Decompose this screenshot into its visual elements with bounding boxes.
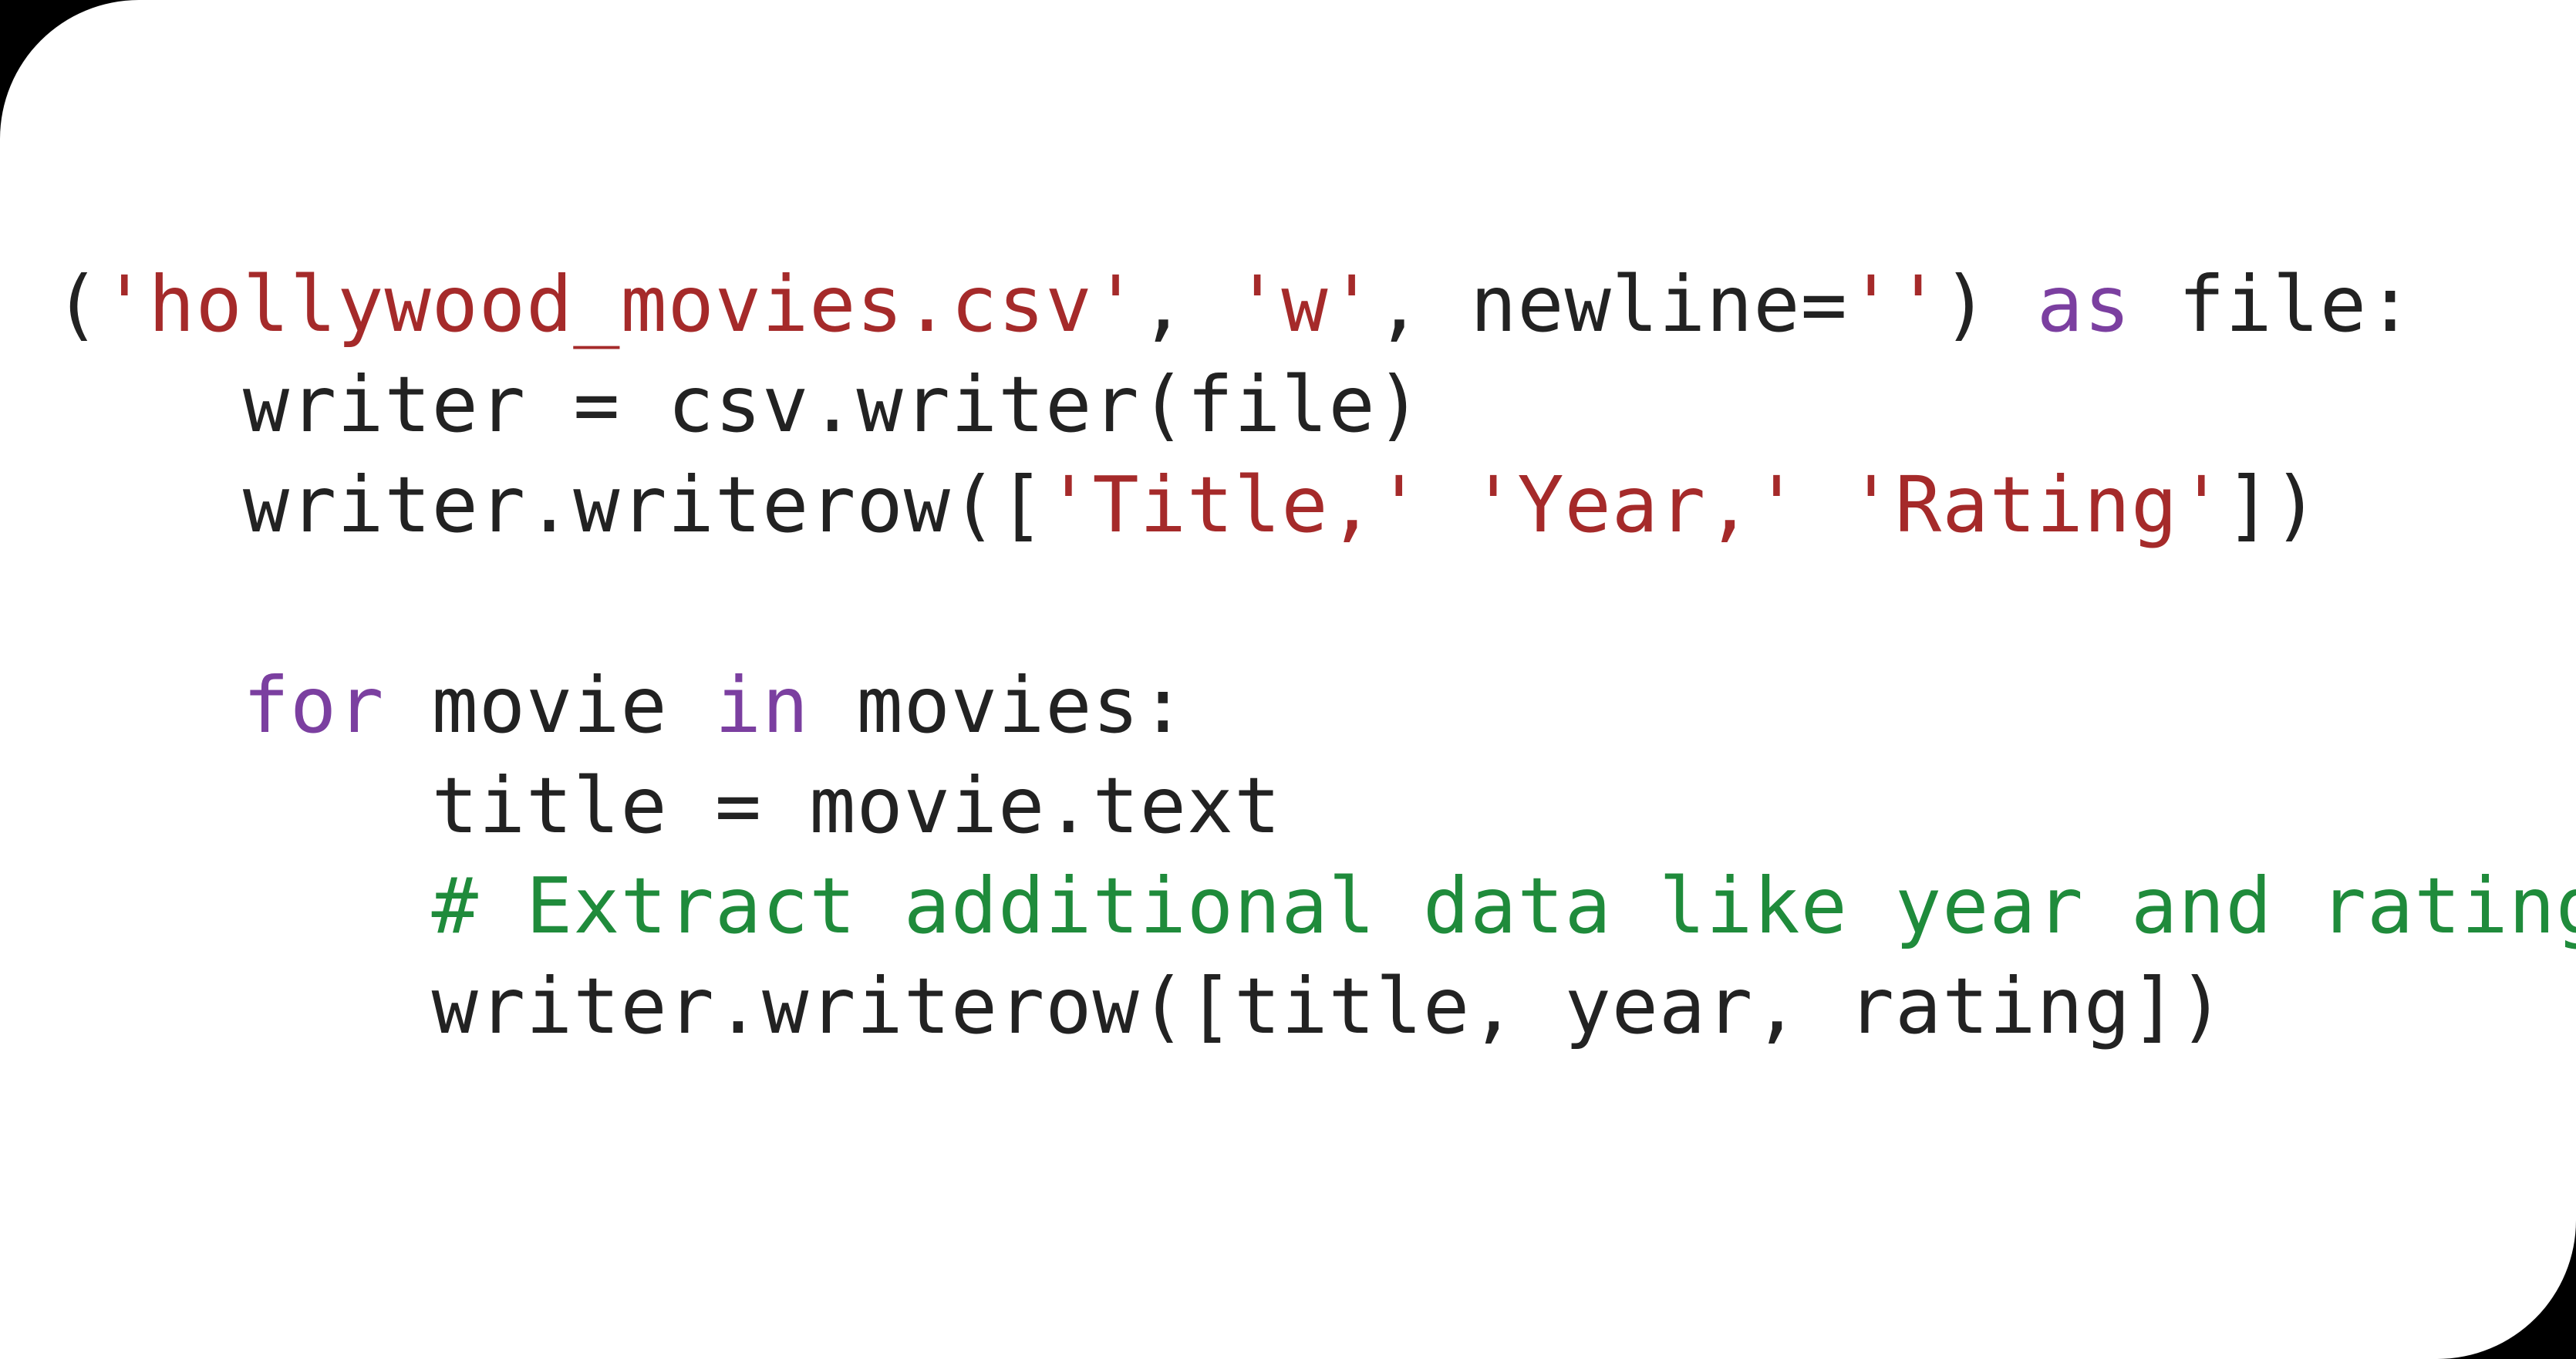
code-token — [54, 660, 243, 750]
code-token-keyword: in — [715, 660, 809, 750]
code-token-string: 'w' — [1234, 259, 1376, 349]
code-token: writer.writerow([title, year, rating]) — [54, 961, 2225, 1051]
code-token: movie — [384, 660, 714, 750]
code-token: writer = csv.writer(file) — [54, 359, 1423, 450]
code-token: file: — [2131, 259, 2414, 349]
code-token: title = movie.text — [54, 760, 1281, 851]
code-token: , — [1140, 259, 1234, 349]
code-token: movies: — [809, 660, 1187, 750]
code-token-comment: # Extract additional data like year and … — [432, 861, 2576, 951]
code-token-string: 'Title,' — [1045, 460, 1423, 550]
code-card: ('hollywood_movies.csv', 'w', newline=''… — [0, 0, 2576, 1359]
code-token-string: 'Year,' — [1470, 460, 1800, 550]
code-token-keyword: as — [2037, 259, 2131, 349]
code-token — [1423, 460, 1470, 550]
code-token: writer.writerow([ — [54, 460, 1045, 550]
code-token: ) — [1942, 259, 2036, 349]
code-token: ( — [54, 259, 101, 349]
code-token-string: '' — [1848, 259, 1942, 349]
code-token-string: 'hollywood_movies.csv' — [101, 259, 1140, 349]
code-token — [54, 861, 432, 951]
code-block: ('hollywood_movies.csv', 'w', newline=''… — [54, 255, 2522, 1057]
code-token-string: 'Rating' — [1848, 460, 2226, 550]
code-token: ]) — [2225, 460, 2319, 550]
code-token-keyword: for — [243, 660, 385, 750]
code-token — [1801, 460, 1848, 550]
code-token: , newline= — [1376, 259, 1848, 349]
